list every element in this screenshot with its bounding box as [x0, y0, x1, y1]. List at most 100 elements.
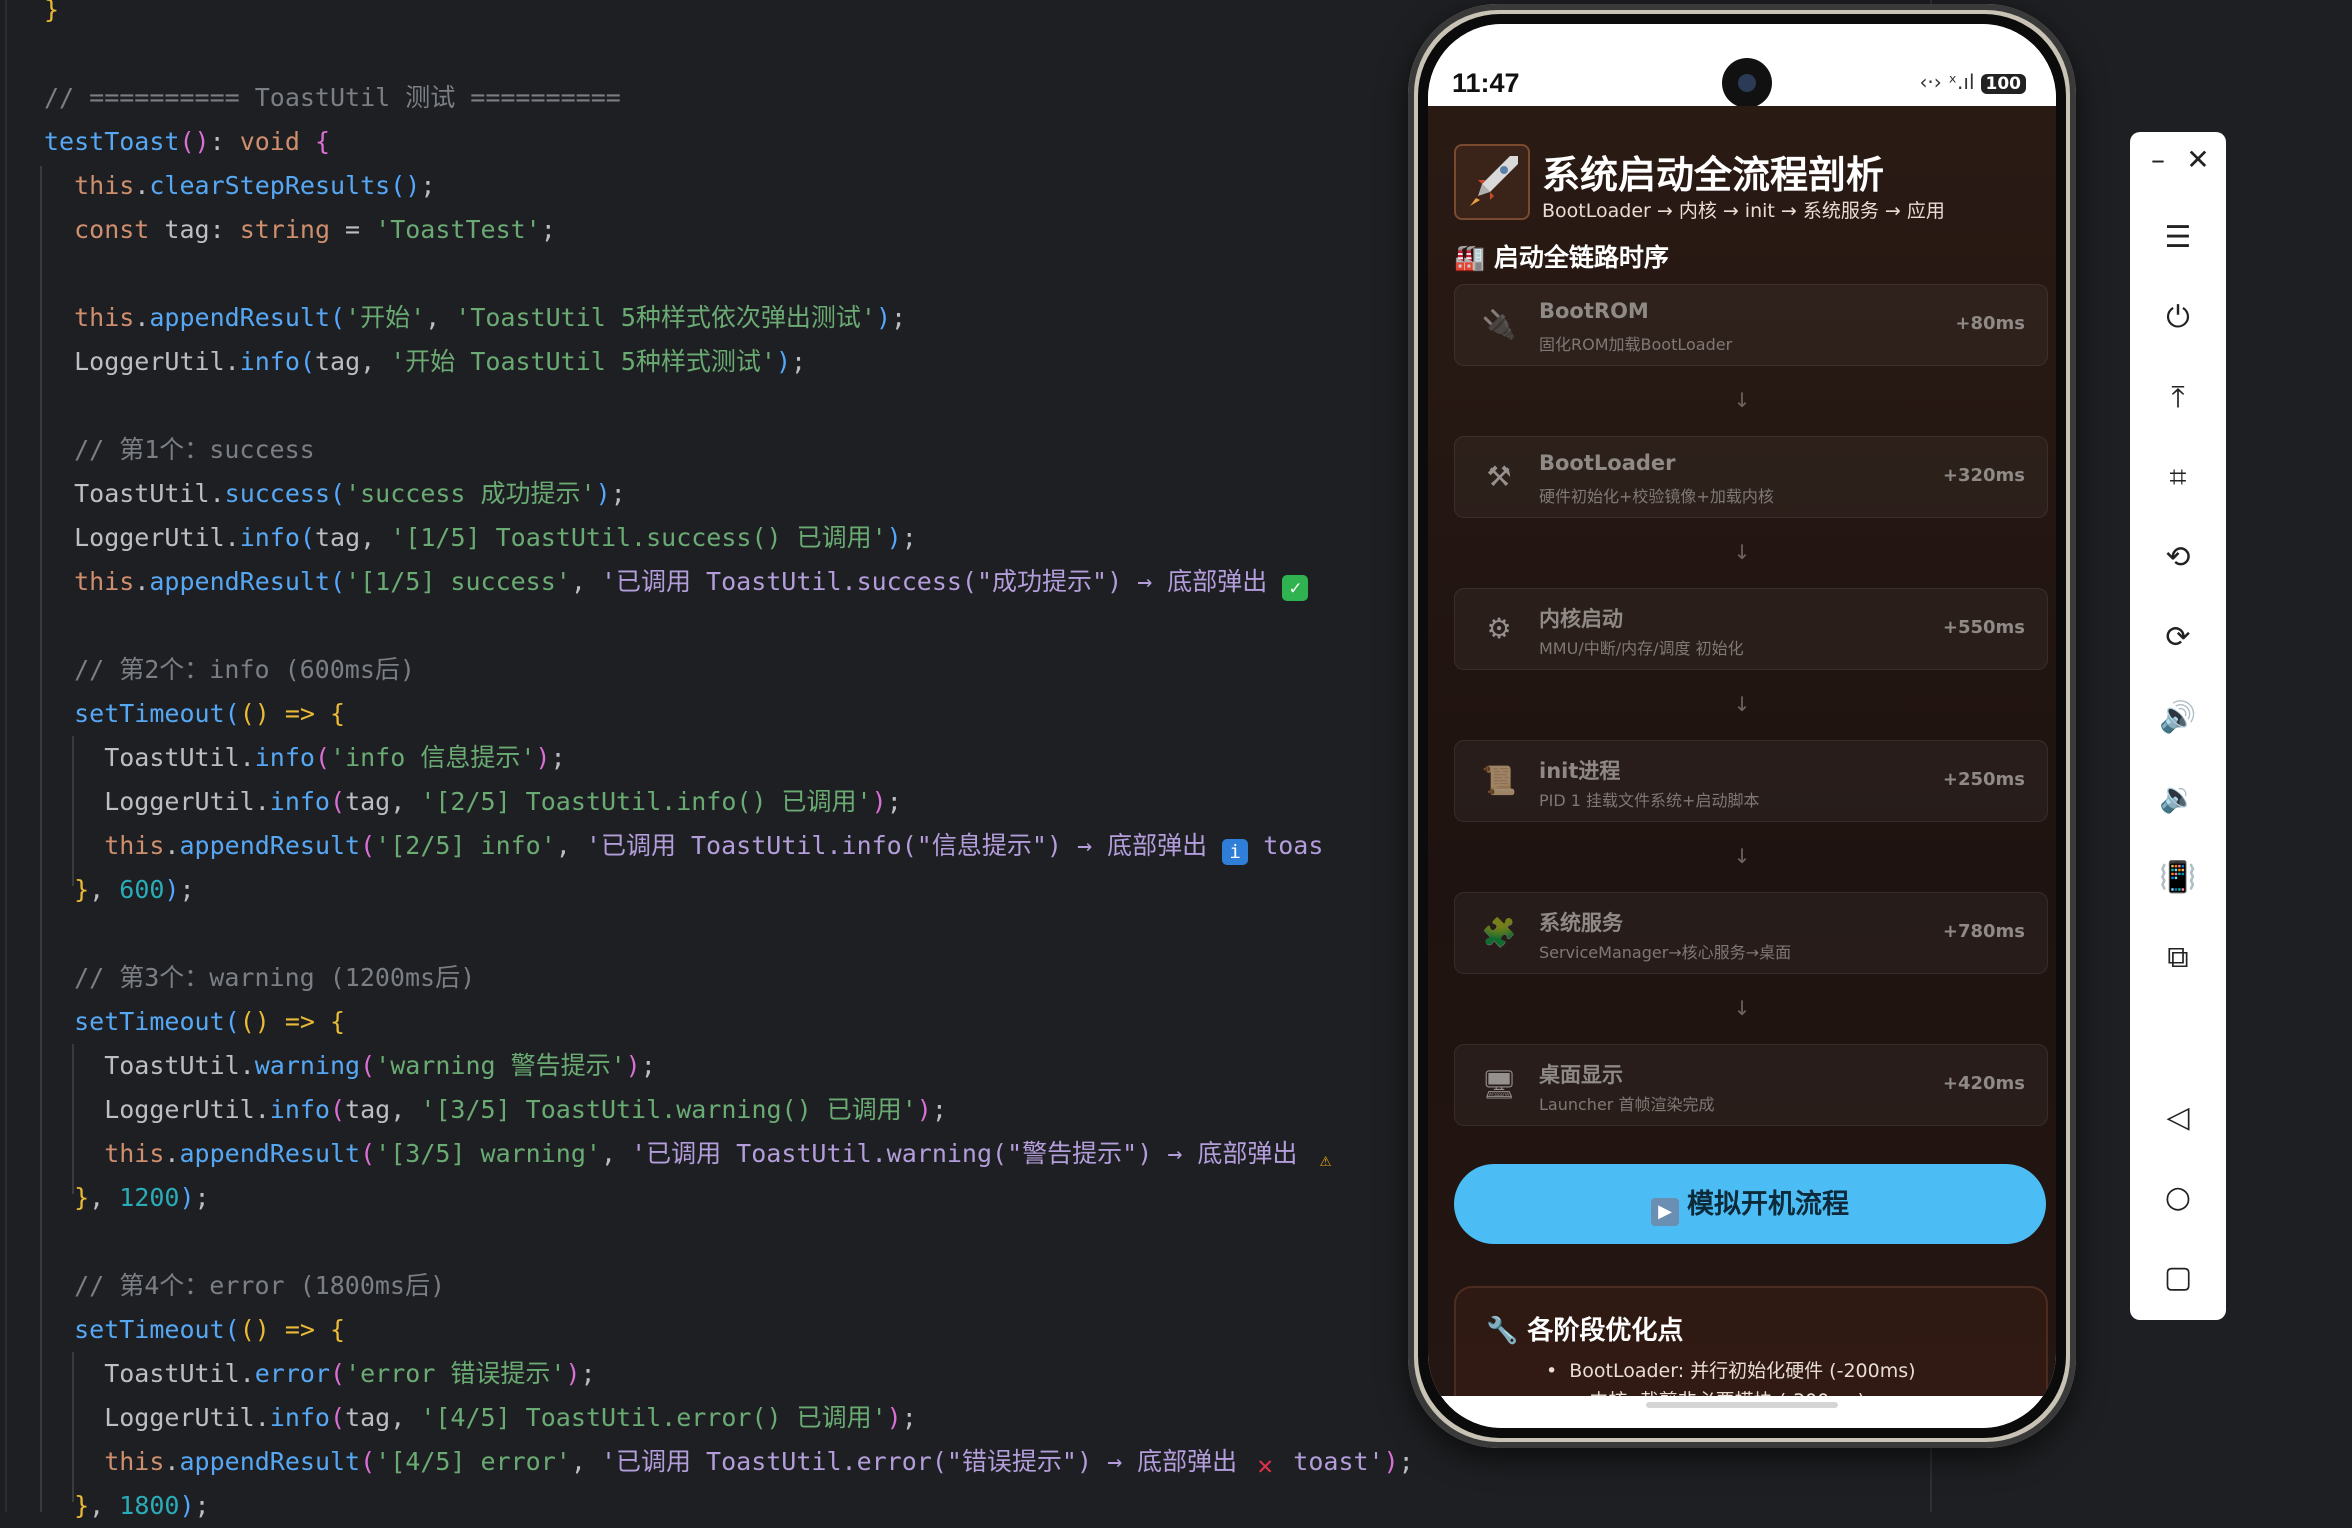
code-token: 'success 成功提示' — [345, 479, 596, 508]
code-line: LoggerUtil.info(tag, '[1/5] ToastUtil.su… — [44, 516, 917, 560]
down-arrow-icon: ↓ — [1733, 844, 1751, 868]
code-token: . — [134, 171, 150, 200]
code-token: ) — [871, 787, 887, 816]
minimize-button[interactable]: – — [2138, 140, 2178, 180]
emulator-toolbar: – ✕ ☰ ⏻ ⤒ ⌗ ⟲ ⟳ 🔊 🔉 📳 ⧉ ◁ ○ ▢ — [2130, 132, 2226, 1320]
app-content[interactable]: 系统启动全流程剖析 BootLoader → 内核 → init → 系统服务 … — [1428, 106, 2056, 1396]
code-token: testToast — [44, 127, 180, 156]
close-button[interactable]: ✕ — [2178, 140, 2218, 180]
code-token: '[1/5] ToastUtil.success() 已调用' — [390, 523, 887, 552]
code-token: { — [330, 1007, 346, 1036]
recents-icon[interactable]: ▢ — [2130, 1250, 2226, 1306]
code-token: tag — [345, 1095, 391, 1124]
code-token: ( — [330, 787, 346, 816]
code-token: 'warning 警告提示' — [375, 1051, 626, 1080]
optimization-title: 🔧 各阶段优化点 — [1486, 1316, 1684, 1346]
scroll-icon: 📜 — [1481, 764, 1517, 797]
code-token: ToastUtil — [44, 743, 240, 772]
code-token: appendResult — [179, 831, 361, 860]
code-token: '[3/5] warning' — [375, 1139, 601, 1168]
code-line: LoggerUtil.info(tag, '[4/5] ToastUtil.er… — [44, 1396, 917, 1440]
stage-card[interactable]: ⚙ 内核启动 MMU/中断/内存/调度 初始化 +550ms — [1454, 588, 2048, 670]
code-token: ) — [565, 1359, 581, 1388]
down-arrow-icon: ↓ — [1733, 996, 1751, 1020]
code-token: . — [224, 347, 240, 376]
home-icon[interactable]: ○ — [2130, 1170, 2226, 1226]
code-line: testToast(): void { — [44, 120, 330, 164]
down-arrow-icon: ↓ — [1733, 692, 1751, 716]
code-token: toas — [1248, 831, 1324, 860]
stage-card[interactable]: 🧩 系统服务 ServiceManager→核心服务→桌面 +780ms — [1454, 892, 2048, 974]
code-token: tag — [314, 523, 361, 552]
battery-icon: 100 — [1980, 74, 2026, 94]
code-token: LoggerUtil — [44, 1095, 255, 1124]
code-token: this — [44, 567, 135, 596]
code-token: ( — [330, 567, 346, 596]
pin-top-icon[interactable]: ⤒ — [2130, 370, 2226, 426]
code-token: , — [89, 1183, 120, 1212]
code-token: , — [570, 567, 601, 596]
code-token: ; — [640, 1051, 656, 1080]
code-token: ; — [194, 1491, 210, 1520]
code-token: 'ToastUtil 5种样式依次弹出测试' — [455, 303, 876, 332]
code-token: tag — [314, 347, 361, 376]
warning-emoji-icon: ⚠ — [1319, 1149, 1332, 1171]
plug-icon: 🔌 — [1481, 308, 1517, 341]
code-token: ; — [179, 875, 195, 904]
code-token: '[2/5] ToastUtil.info() 已调用' — [420, 787, 872, 816]
shake-icon[interactable]: 📳 — [2130, 850, 2226, 906]
volume-down-icon[interactable]: 🔉 — [2130, 770, 2226, 826]
code-token: '[1/5] success' — [345, 567, 571, 596]
crop-icon[interactable]: ⌗ — [2130, 450, 2226, 506]
gesture-bar — [1428, 1396, 2056, 1428]
code-token: string — [239, 215, 346, 244]
code-token: 1200 — [119, 1183, 180, 1212]
code-token: LoggerUtil — [44, 347, 225, 376]
multi-device-icon[interactable]: ⧉ — [2130, 930, 2226, 986]
code-token: this — [44, 171, 135, 200]
stage-name: BootLoader — [1539, 451, 1676, 475]
rotate-right-icon[interactable]: ⟳ — [2130, 610, 2226, 666]
menu-icon[interactable]: ☰ — [2130, 210, 2226, 266]
down-arrow-icon: ↓ — [1733, 540, 1751, 564]
code-token: . — [164, 831, 180, 860]
code-token: void — [239, 127, 315, 156]
code-line: this.appendResult('开始', 'ToastUtil 5种样式依… — [44, 296, 906, 340]
monitor-icon: 🖥 — [1481, 1068, 1517, 1101]
home-indicator[interactable] — [1646, 1402, 1838, 1408]
optimization-card: 🔧 各阶段优化点 BootLoader: 并行初始化硬件 (-200ms) 内核… — [1454, 1286, 2048, 1396]
app-header: 系统启动全流程剖析 BootLoader → 内核 → init → 系统服务 … — [1454, 144, 2034, 222]
stage-card[interactable]: ⚒ BootLoader 硬件初始化+校验镜像+加载内核 +320ms — [1454, 436, 2048, 518]
code-token: setTimeout — [44, 1007, 225, 1036]
indent-guide — [40, 166, 42, 1512]
phone-screen[interactable]: 11:47 ‹·› ˣ.ıl 100 系统启动全流程剖析 BootLoader … — [1428, 24, 2056, 1428]
stage-card[interactable]: 🔌 BootROM 固化ROM加载BootLoader +80ms — [1454, 284, 2048, 366]
code-token: . — [134, 567, 150, 596]
code-line: // 第4个：error (1800ms后) — [44, 1264, 445, 1308]
play-icon: ▶ — [1651, 1198, 1679, 1226]
code-token: 600 — [119, 875, 165, 904]
code-token: 'info 信息提示' — [330, 743, 536, 772]
rotate-left-icon[interactable]: ⟲ — [2130, 530, 2226, 586]
code-token: ( — [330, 1359, 346, 1388]
stage-name: 系统服务 — [1539, 911, 1623, 935]
power-icon[interactable]: ⏻ — [2130, 290, 2226, 346]
simulate-boot-button[interactable]: ▶ 模拟开机流程 — [1454, 1164, 2046, 1244]
stage-desc: ServiceManager→核心服务→桌面 — [1539, 943, 1792, 962]
code-line: this.appendResult('[2/5] info', '已调用 Toa… — [44, 824, 1323, 868]
code-token: ; — [901, 1403, 917, 1432]
code-token: success — [224, 479, 330, 508]
puzzle-icon: 🧩 — [1481, 916, 1517, 949]
stage-card[interactable]: 🖥 桌面显示 Launcher 首帧渲染完成 +420ms — [1454, 1044, 2048, 1126]
back-icon[interactable]: ◁ — [2130, 1090, 2226, 1146]
volume-up-icon[interactable]: 🔊 — [2130, 690, 2226, 746]
stage-card[interactable]: 📜 init进程 PID 1 挂载文件系统+启动脚本 +250ms — [1454, 740, 2048, 822]
code-token: . — [239, 1359, 255, 1388]
code-token: 1800 — [119, 1491, 180, 1520]
code-token: , — [390, 787, 421, 816]
code-token: { — [314, 127, 331, 156]
code-line: }, 600); — [44, 868, 195, 912]
optimization-list: BootLoader: 并行初始化硬件 (-200ms) 内核: 裁剪非必要模块… — [1546, 1356, 1915, 1396]
code-token: ) — [775, 347, 792, 376]
code-token: () — [179, 127, 210, 156]
